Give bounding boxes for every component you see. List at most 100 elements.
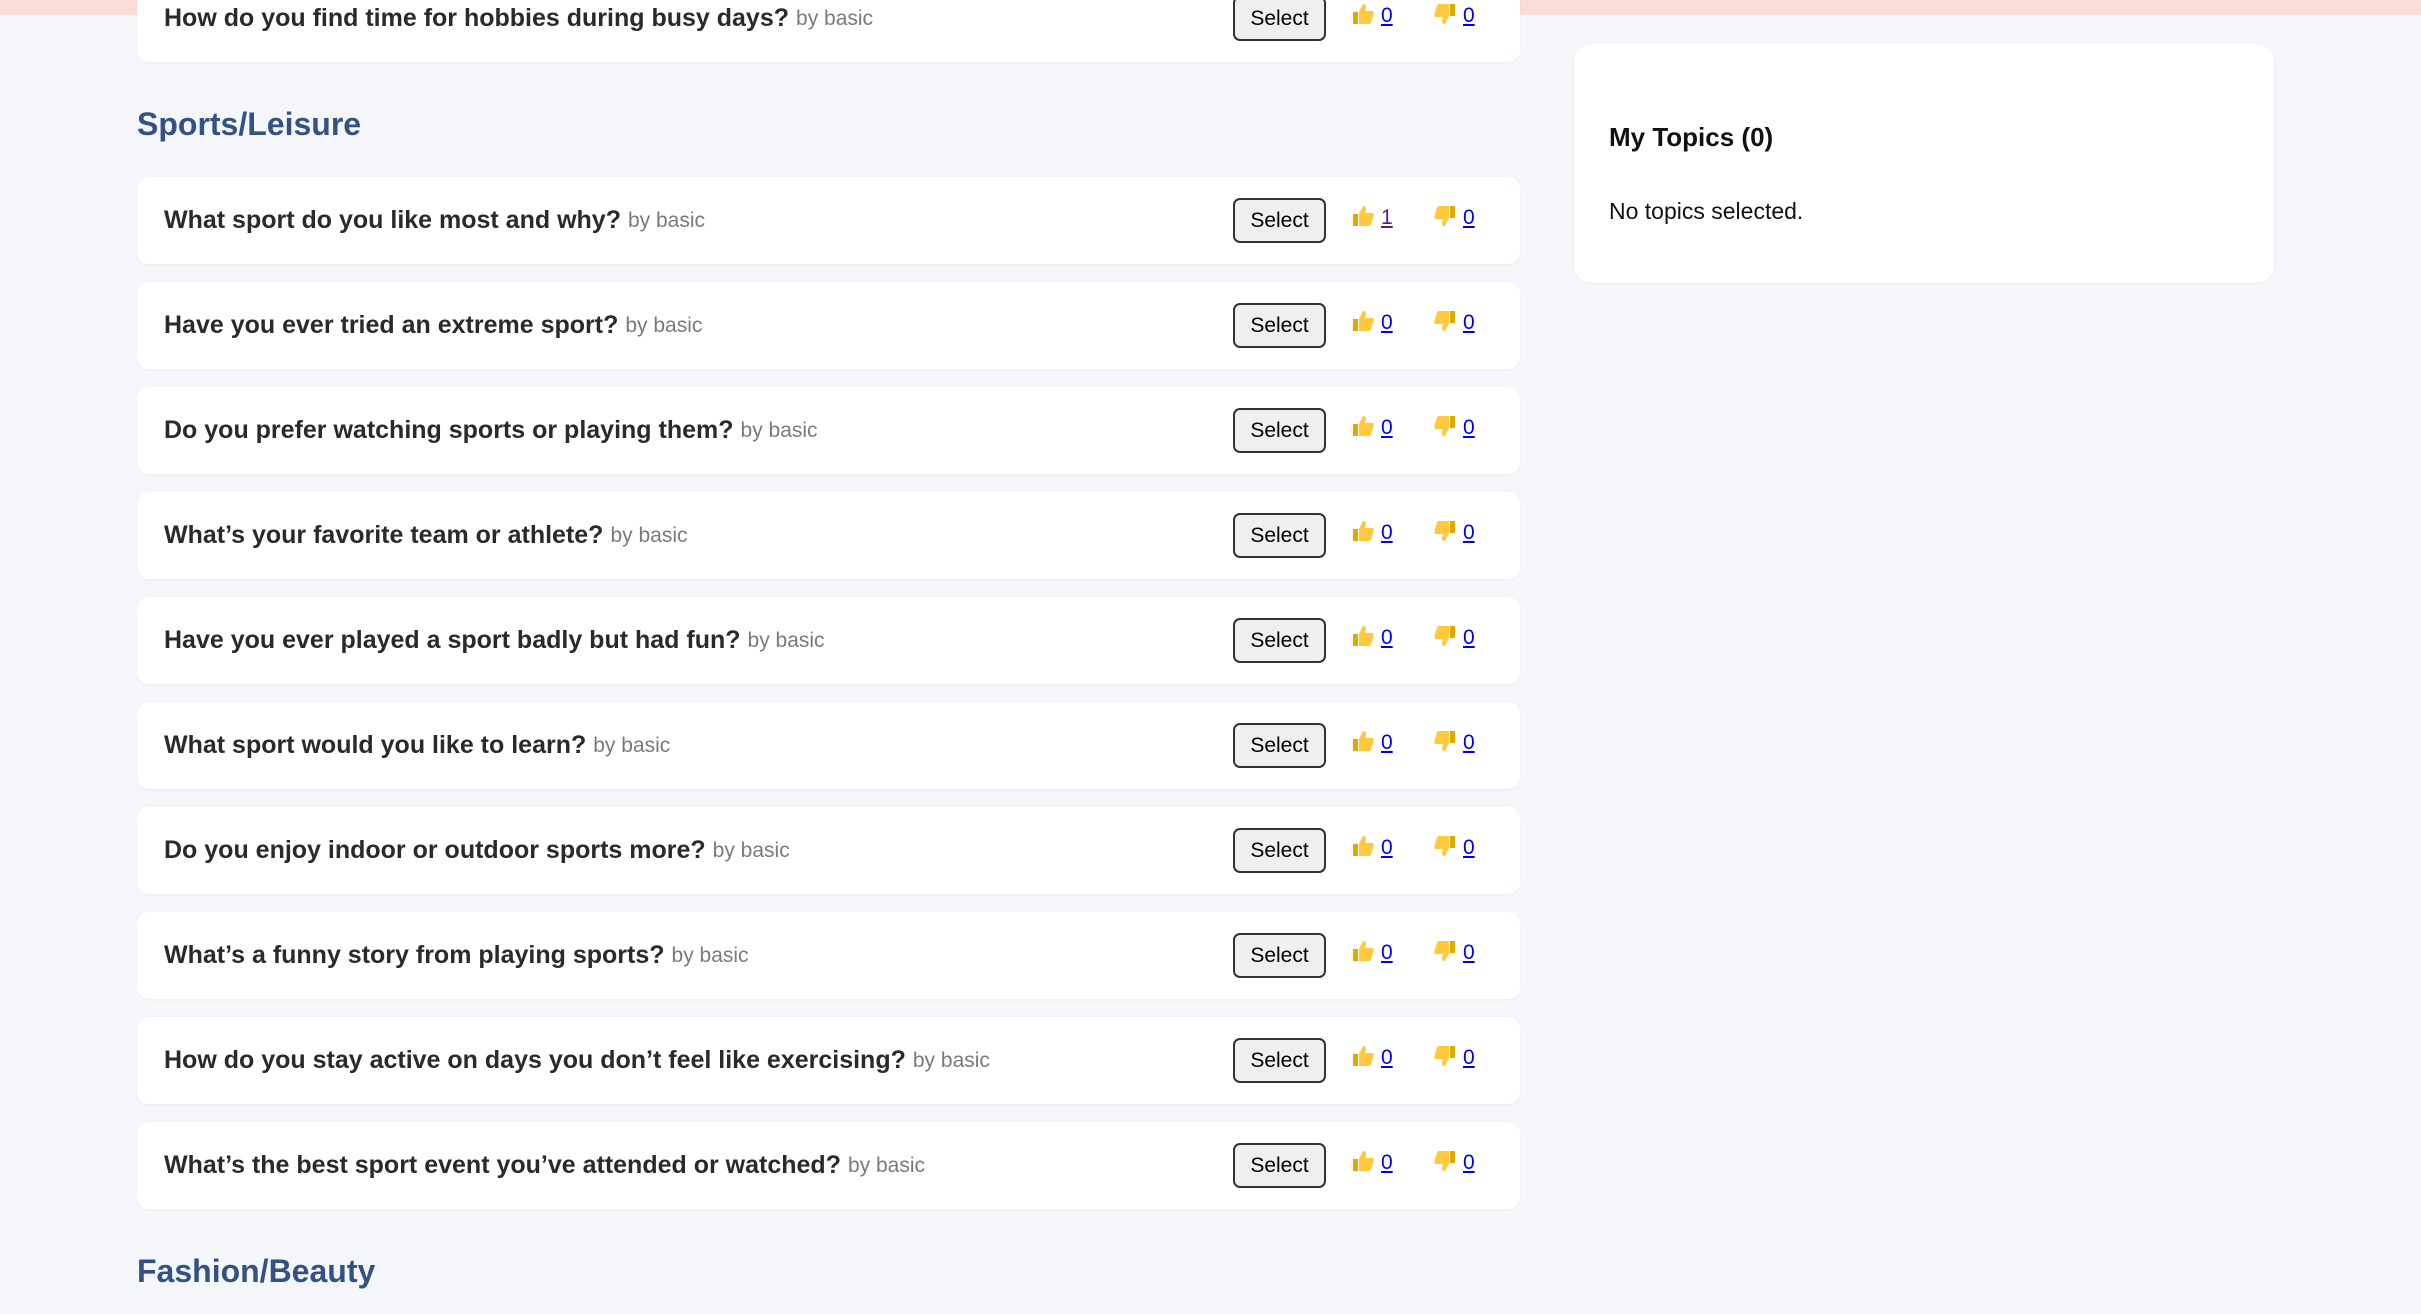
- topic-author: by basic: [847, 1153, 926, 1177]
- downvote-count: 0: [1463, 416, 1475, 439]
- topic-title: What sport would you like to learn?: [164, 731, 587, 759]
- downvote-link[interactable]: 0: [1433, 2, 1475, 28]
- topic-card: What’s your favorite team or athlete? by…: [137, 492, 1520, 579]
- upvote-count: 0: [1381, 836, 1393, 859]
- upvote-link[interactable]: 0: [1351, 309, 1393, 335]
- downvote-link[interactable]: 0: [1433, 309, 1475, 335]
- downvote-link[interactable]: 0: [1433, 1044, 1475, 1070]
- topic-card: How do you stay active on days you don’t…: [137, 1017, 1520, 1104]
- thumbs-down-icon: [1433, 519, 1457, 543]
- thumbs-up-icon: [1351, 1044, 1375, 1068]
- thumbs-up-icon: [1351, 624, 1375, 648]
- downvote-link[interactable]: 0: [1433, 834, 1475, 860]
- topic-author: by basic: [796, 6, 874, 30]
- thumbs-up-icon: [1351, 204, 1375, 228]
- thumbs-down-icon: [1433, 204, 1457, 228]
- select-button[interactable]: Select: [1233, 933, 1326, 978]
- topic-title: What’s your favorite team or athlete?: [164, 521, 604, 549]
- select-button[interactable]: Select: [1233, 723, 1326, 768]
- thumbs-down-icon: [1433, 1044, 1457, 1068]
- upvote-link[interactable]: 0: [1351, 519, 1393, 545]
- upvote-link[interactable]: 0: [1351, 1149, 1393, 1175]
- topic-title: Have you ever tried an extreme sport?: [164, 311, 619, 339]
- downvote-count: 0: [1463, 626, 1475, 649]
- downvote-link[interactable]: 0: [1433, 414, 1475, 440]
- downvote-link[interactable]: 0: [1433, 729, 1475, 755]
- upvote-count: 1: [1381, 206, 1393, 229]
- topic-title: What’s a funny story from playing sports…: [164, 941, 665, 969]
- topic-card: How do you find time for hobbies during …: [137, 0, 1520, 62]
- downvote-link[interactable]: 0: [1433, 519, 1475, 545]
- section-heading-fashion-beauty: Fashion/Beauty: [137, 1253, 376, 1289]
- topic-author: by basic: [712, 838, 790, 862]
- topic-card: Do you enjoy indoor or outdoor sports mo…: [137, 807, 1520, 894]
- downvote-count: 0: [1463, 731, 1475, 754]
- select-button[interactable]: Select: [1233, 408, 1326, 453]
- topic-card: What’s the best sport event you’ve atten…: [137, 1122, 1520, 1209]
- topic-title: Do you prefer watching sports or playing…: [164, 416, 734, 444]
- thumbs-up-icon: [1351, 729, 1375, 753]
- upvote-link[interactable]: 0: [1351, 939, 1393, 965]
- my-topics-panel: My Topics (0) No topics selected.: [1574, 44, 2274, 283]
- topic-title: Have you ever played a sport badly but h…: [164, 626, 741, 654]
- upvote-link[interactable]: 0: [1351, 624, 1393, 650]
- topic-author: by basic: [671, 943, 749, 967]
- thumbs-up-icon: [1351, 1149, 1375, 1173]
- downvote-count: 0: [1463, 311, 1475, 334]
- upvote-link[interactable]: 1: [1351, 204, 1393, 230]
- topic-title: What’s the best sport event you’ve atten…: [164, 1151, 841, 1179]
- downvote-count: 0: [1463, 1151, 1475, 1174]
- topic-author: by basic: [740, 418, 818, 442]
- topic-title: What sport do you like most and why?: [164, 206, 621, 234]
- thumbs-up-icon: [1351, 309, 1375, 333]
- thumbs-up-icon: [1351, 2, 1375, 26]
- topic-card: Have you ever tried an extreme sport? by…: [137, 282, 1520, 369]
- downvote-link[interactable]: 0: [1433, 1149, 1475, 1175]
- upvote-count: 0: [1381, 4, 1393, 27]
- topic-title: How do you find time for hobbies during …: [164, 4, 790, 32]
- topic-card: What sport would you like to learn? by b…: [137, 702, 1520, 789]
- upvote-link[interactable]: 0: [1351, 414, 1393, 440]
- topic-card: Have you ever played a sport badly but h…: [137, 597, 1520, 684]
- upvote-link[interactable]: 0: [1351, 729, 1393, 755]
- upvote-count: 0: [1381, 416, 1393, 439]
- downvote-link[interactable]: 0: [1433, 624, 1475, 650]
- thumbs-up-icon: [1351, 414, 1375, 438]
- topic-author: by basic: [912, 1048, 990, 1072]
- thumbs-down-icon: [1433, 624, 1457, 648]
- topic-title: Do you enjoy indoor or outdoor sports mo…: [164, 836, 706, 864]
- upvote-count: 0: [1381, 1151, 1393, 1174]
- thumbs-up-icon: [1351, 519, 1375, 543]
- topic-author: by basic: [625, 313, 703, 337]
- select-button[interactable]: Select: [1233, 513, 1326, 558]
- topic-title: How do you stay active on days you don’t…: [164, 1046, 906, 1074]
- downvote-count: 0: [1463, 4, 1475, 27]
- upvote-count: 0: [1381, 626, 1393, 649]
- downvote-link[interactable]: 0: [1433, 204, 1475, 230]
- select-button[interactable]: Select: [1233, 303, 1326, 348]
- downvote-link[interactable]: 0: [1433, 939, 1475, 965]
- downvote-count: 0: [1463, 836, 1475, 859]
- thumbs-down-icon: [1433, 1149, 1457, 1173]
- section-heading-sports-leisure: Sports/Leisure: [137, 106, 362, 142]
- upvote-link[interactable]: 0: [1351, 1044, 1393, 1070]
- upvote-link[interactable]: 0: [1351, 834, 1393, 860]
- topic-author: by basic: [610, 523, 688, 547]
- thumbs-up-icon: [1351, 939, 1375, 963]
- thumbs-up-icon: [1351, 834, 1375, 858]
- select-button[interactable]: Select: [1233, 618, 1326, 663]
- select-button[interactable]: Select: [1233, 828, 1326, 873]
- upvote-link[interactable]: 0: [1351, 2, 1393, 28]
- select-button[interactable]: Select: [1233, 0, 1326, 41]
- topic-card: Do you prefer watching sports or playing…: [137, 387, 1520, 474]
- thumbs-down-icon: [1433, 2, 1457, 26]
- downvote-count: 0: [1463, 1046, 1475, 1069]
- my-topics-title: My Topics (0): [1609, 122, 1774, 152]
- select-button[interactable]: Select: [1233, 1143, 1326, 1188]
- select-button[interactable]: Select: [1233, 198, 1326, 243]
- thumbs-down-icon: [1433, 939, 1457, 963]
- topic-card: What sport do you like most and why? by …: [137, 177, 1520, 264]
- select-button[interactable]: Select: [1233, 1038, 1326, 1083]
- my-topics-empty-text: No topics selected.: [1609, 198, 1804, 224]
- downvote-count: 0: [1463, 206, 1475, 229]
